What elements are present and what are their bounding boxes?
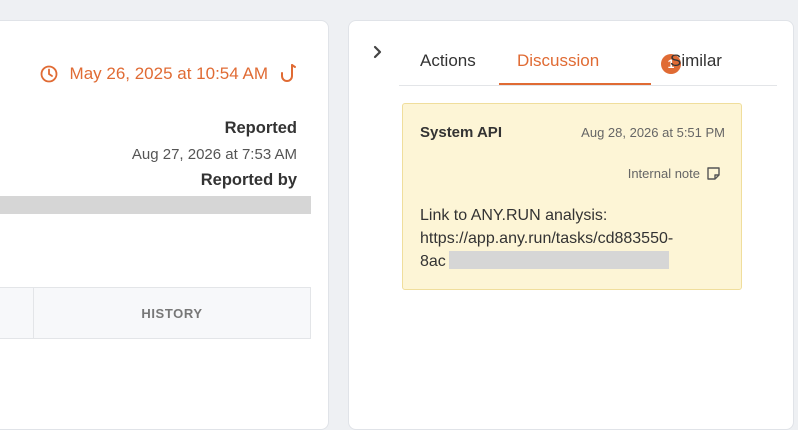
note-line-1: Link to ANY.RUN analysis: [420,207,608,224]
chevron-right-icon[interactable] [371,45,385,59]
note-author: System API [420,124,502,141]
tab-actions[interactable]: Actions [420,51,476,71]
clock-icon [40,65,58,83]
note-line-3[interactable]: 8ac [420,253,446,270]
note-line-2[interactable]: https://app.any.run/tasks/cd883550- [420,227,720,250]
tab-history-label: HISTORY [141,305,203,321]
hook-icon[interactable] [280,63,298,85]
incident-timestamp-row: May 26, 2025 at 10:54 AM [40,63,298,85]
redacted-reporter [0,196,311,214]
internal-note-flag: Internal note [628,166,721,181]
note-date: Aug 28, 2026 at 5:51 PM [581,125,725,140]
active-tab-underline [499,83,651,85]
reported-value: Aug 27, 2026 at 7:53 AM [131,146,297,163]
tab-similar[interactable]: Similar [670,51,722,71]
incident-details-panel: May 26, 2025 at 10:54 AM Reported Aug 27… [0,20,329,430]
side-panel-tabs: Actions Discussion 1 Similar [399,45,777,86]
tab-discussion[interactable]: Discussion [517,51,599,71]
incident-timestamp: May 26, 2025 at 10:54 AM [69,64,268,83]
redacted-link-tail [449,251,669,269]
note-body: Link to ANY.RUN analysis: https://app.an… [420,204,720,273]
tab-previous[interactable] [0,287,34,339]
reported-label: Reported [224,119,297,137]
details-tab-strip: HISTORY [0,287,311,339]
reported-by-label: Reported by [200,171,297,189]
side-panel: Actions Discussion 1 Similar System API … [348,20,794,430]
tab-history[interactable]: HISTORY [33,287,311,339]
sticky-note-icon [706,166,721,181]
internal-note-label: Internal note [627,166,700,181]
discussion-note-card: System API Aug 28, 2026 at 5:51 PM Inter… [402,103,742,290]
